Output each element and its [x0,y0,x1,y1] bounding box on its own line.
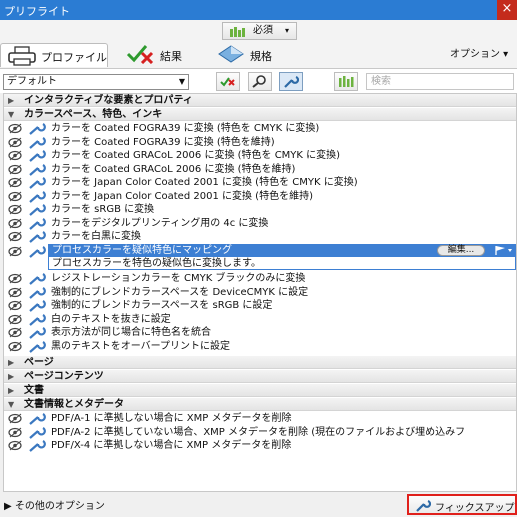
profile-select-value: デフォルト [7,76,57,87]
collapse-arrow-icon: ▼ [8,110,15,119]
more-options-toggle[interactable]: ▶ その他のオプション [4,497,105,512]
tab-profile[interactable]: プロファイル [0,43,108,67]
fixup-item[interactable]: 強制的にブレンドカラースペースを sRGB に設定 [4,299,516,312]
check-cross-eye-icon [220,77,235,87]
wrench-icon [284,75,299,88]
visibility-icon[interactable] [8,440,24,455]
visibility-icon[interactable] [8,231,24,246]
fixup-button[interactable]: フィックスアップ [407,494,517,515]
fixup-item-label: カラーを sRGB に変換 [51,204,155,215]
fixup-item-label: PDF/A-1 に準拠しない場合に XMP メタデータを削除 [51,413,292,424]
tab-area: 必須 ▾ プロファイル 結果 規格 オプション ▾ [0,20,517,68]
checks-button[interactable] [248,72,272,91]
fixup-item-label: 強制的にブレンドカラースペースを DeviceCMYK に設定 [51,286,309,298]
fixup-item-label: 黒のテキストをオーバープリントに設定 [51,340,230,352]
fixup-item[interactable]: 強制的にブレンドカラースペースを DeviceCMYK に設定 [4,286,516,299]
fixup-item-label: カラーを白黒に変換 [51,231,141,242]
filter-bar: デフォルト ▼ 検索 [0,68,517,93]
search-input[interactable]: 検索 [366,73,514,90]
collapse-arrow-icon: ▼ [8,400,15,409]
magnifier-icon [252,75,266,88]
fixup-item[interactable]: PDF/A-2 に準拠していない場合、XMP メタデータを削除 (現在のファイル… [4,426,516,439]
fixup-item[interactable]: カラーを Coated FOGRA39 に変換 (特色を維持) [4,136,516,149]
fixup-item[interactable]: カラーを sRGB に変換 [4,203,516,216]
must-filter-dropdown[interactable]: 必須 ▾ [222,22,297,40]
printer-icon [8,46,36,66]
fixup-item-label: 表示方法が同じ場合に特色名を統合 [51,327,211,338]
fixup-item[interactable]: 白のテキストを抜きに設定 [4,313,516,326]
fixup-item-label: PDF/A-2 に準拠していない場合、XMP メタデータを削除 (現在のファイル… [51,426,466,438]
fixup-item[interactable]: PDF/X-4 に準拠しない場合に XMP メタデータを削除 [4,439,516,452]
selected-fixup-description: プロセスカラーを特色の疑似色に変換します。 [52,258,261,269]
profile-select[interactable]: デフォルト ▼ [3,74,189,90]
fixup-item-label: カラーを Japan Color Coated 2001 に変換 (特色を CM… [51,177,358,188]
visibility-icon[interactable] [8,246,24,261]
fixup-item[interactable]: カラーを Japan Color Coated 2001 に変換 (特色を維持) [4,190,516,203]
flag-dropdown-icon[interactable] [493,245,515,256]
fixup-item-label: PDF/X-4 に準拠しない場合に XMP メタデータを削除 [51,440,292,451]
category-document[interactable]: ▶ 文書 [4,384,516,397]
fixup-item[interactable]: レジストレーションカラーを CMYK ブラックのみに変換 [4,272,516,285]
category-interactive[interactable]: ▶ インタラクティブな要素とプロパティ [4,94,516,107]
fixup-item[interactable]: 黒のテキストをオーバープリントに設定 [4,340,516,353]
chart-filter-button[interactable] [334,72,358,91]
chevron-down-icon: ▾ [285,26,290,35]
profiles-button[interactable] [216,72,240,91]
fixup-item[interactable]: カラーを Japan Color Coated 2001 に変換 (特色を CM… [4,176,516,189]
fixups-filter-button[interactable] [279,72,303,91]
tab-results-label: 結果 [160,50,182,63]
expand-arrow-icon: ▶ [8,96,15,105]
wrench-icon [28,340,46,357]
category-colorspace[interactable]: ▼ カラースペース、特色、インキ [4,108,516,121]
fixup-item[interactable]: カラーを白黒に変換 [4,230,516,243]
diamond-icon [218,45,244,63]
fixup-item[interactable]: カラーをデジタルプリンティング用の 4c に変換 [4,217,516,230]
bar-chart-icon [230,27,245,37]
visibility-icon[interactable] [8,341,24,356]
fixup-item-label: 白のテキストを抜きに設定 [51,313,171,325]
tab-standards[interactable]: 規格 [216,43,286,67]
must-label: 必須 [253,25,273,36]
expand-arrow-icon: ▶ [8,358,15,367]
chevron-down-icon: ▼ [178,77,185,86]
fixup-item[interactable]: カラーを Coated GRACoL 2006 に変換 (特色を CMYK に変… [4,149,516,162]
options-menu[interactable]: オプション ▾ [450,45,508,60]
fixup-item-label: カラーを Coated GRACoL 2006 に変換 (特色を維持) [51,163,296,175]
window-title: プリフライト [4,5,70,18]
fixup-tree: ▶ インタラクティブな要素とプロパティ ▼ カラースペース、特色、インキ カラー… [3,93,517,492]
selected-fixup[interactable]: プロセスカラーを疑似特色にマッピング 編集... プロセスカラーを特色の疑似色に… [48,244,516,270]
expand-arrow-icon: ▶ [8,386,15,395]
wrench-icon [416,499,431,512]
selected-fixup-title: プロセスカラーを疑似特色にマッピング 編集... [49,245,515,257]
fixup-item[interactable]: カラーを Coated FOGRA39 に変換 (特色を CMYK に変換) [4,122,516,135]
close-button[interactable]: × [497,0,517,20]
fixup-item-label: カラーを Coated FOGRA39 に変換 (特色を維持) [51,136,275,148]
title-bar: プリフライト × [0,0,517,20]
category-page-content[interactable]: ▶ ページコンテンツ [4,370,516,383]
tab-standards-label: 規格 [250,50,272,63]
fixup-item-label: カラーを Coated GRACoL 2006 に変換 (特色を CMYK に変… [51,150,341,161]
fixup-item-label: レジストレーションカラーを CMYK ブラックのみに変換 [51,273,306,284]
tab-profile-label: プロファイル [41,51,107,64]
wrench-icon [28,439,46,456]
fixup-item[interactable]: PDF/A-1 に準拠しない場合に XMP メタデータを削除 [4,412,516,425]
fixup-item-label: カラーをデジタルプリンティング用の 4c に変換 [51,217,269,229]
category-doc-info[interactable]: ▼ 文書情報とメタデータ [4,398,516,411]
fixup-item-label: カラーを Coated FOGRA39 に変換 (特色を CMYK に変換) [51,123,320,134]
bottom-bar: ▶ その他のオプション フィックスアップ [0,492,517,517]
fixup-item-label: 強制的にブレンドカラースペースを sRGB に設定 [51,300,273,311]
tab-results[interactable]: 結果 [124,43,194,67]
checkmark-cross-icon [126,45,154,64]
fixup-item[interactable]: カラーを Coated GRACoL 2006 に変換 (特色を維持) [4,163,516,176]
category-page[interactable]: ▶ ページ [4,356,516,369]
fixup-item[interactable]: 表示方法が同じ場合に特色名を統合 [4,326,516,339]
selected-fixup-icons [4,245,48,258]
bar-chart-icon [339,76,354,87]
wrench-icon [28,245,46,262]
edit-button[interactable]: 編集... [437,245,485,256]
expand-arrow-icon: ▶ [8,372,15,381]
fixup-item-label: カラーを Japan Color Coated 2001 に変換 (特色を維持) [51,190,313,202]
